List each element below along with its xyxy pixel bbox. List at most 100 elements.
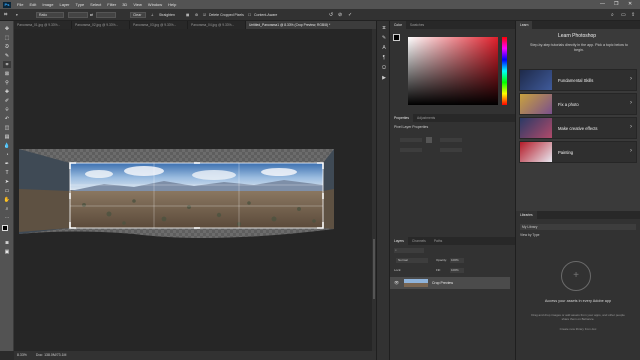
menu-window[interactable]: Window [145, 2, 165, 7]
menu-type[interactable]: Type [73, 2, 88, 7]
menu-help[interactable]: Help [165, 2, 179, 7]
blur-tool-icon[interactable]: 💧 [3, 142, 11, 149]
layer-filter-select[interactable]: ⌕ [394, 248, 424, 253]
marquee-tool-icon[interactable]: ⬚ [3, 34, 11, 41]
eye-icon[interactable]: 👁 [394, 280, 399, 285]
ratio-select[interactable]: Ratio [36, 12, 64, 18]
clear-button[interactable]: Clear [130, 12, 146, 18]
color-field[interactable] [408, 37, 498, 105]
swap-icon[interactable]: ⇄ [90, 12, 93, 18]
tab-learn[interactable]: Learn [516, 21, 533, 29]
y-field[interactable] [440, 148, 462, 152]
learn-card-painting[interactable]: Painting › [519, 141, 637, 163]
learn-card-creative-effects[interactable]: Make creative effects › [519, 117, 637, 139]
brush-settings-icon[interactable]: ✎ [380, 35, 388, 42]
menu-filter[interactable]: Filter [104, 2, 119, 7]
share-icon[interactable]: ⇪ [631, 12, 635, 18]
reset-icon[interactable]: ↺ [329, 12, 333, 18]
doc-info[interactable]: Doc: 138.0M/73.1M [36, 353, 67, 357]
gradient-tool-icon[interactable]: ▤ [3, 133, 11, 140]
tab-libraries[interactable]: Libraries [516, 211, 537, 219]
eyedropper-tool-icon[interactable]: ⚲ [3, 79, 11, 86]
clone-stamp-icon[interactable]: ⍟ [3, 106, 11, 113]
tab-panorama-04[interactable]: Panorama_04.jpg @ 9.33%... [188, 21, 246, 29]
tab-layers[interactable]: Layers [390, 237, 408, 245]
history-brush-icon[interactable]: ↶ [3, 115, 11, 122]
content-aware-checkbox[interactable]: ☐ [248, 12, 251, 18]
ratio-width-input[interactable] [68, 12, 88, 18]
quick-select-tool-icon[interactable]: ✎ [3, 52, 11, 59]
grid-overlay-icon[interactable]: ▦ [186, 12, 189, 18]
history-icon[interactable]: ⧖ [380, 25, 388, 32]
library-select[interactable]: My Library [520, 224, 636, 230]
crop-tool-icon[interactable]: ⌗ [4, 12, 7, 18]
menu-file[interactable]: File [14, 2, 26, 7]
zoom-level[interactable]: 8.33% [17, 353, 27, 357]
add-asset-icon[interactable]: + [561, 261, 591, 291]
layer-row[interactable]: 👁 Crop Preview [390, 277, 510, 289]
height-field[interactable] [440, 138, 462, 142]
tab-color[interactable]: Color [390, 21, 406, 29]
menu-view[interactable]: View [130, 2, 145, 7]
settings-gear-icon[interactable]: ⚙ [195, 12, 198, 18]
menu-3d[interactable]: 3D [119, 2, 130, 7]
ratio-height-input[interactable] [96, 12, 116, 18]
straighten-label[interactable]: Straighten [159, 12, 175, 18]
width-field[interactable] [400, 138, 422, 142]
maximize-button[interactable]: ❐ [614, 1, 618, 7]
delete-cropped-label[interactable]: Delete Cropped Pixels [209, 12, 244, 18]
lasso-tool-icon[interactable]: ᘐ [3, 43, 11, 50]
tab-panorama-01[interactable]: Panorama_01.jpg @ 9.33%... [14, 21, 72, 29]
menu-layer[interactable]: Layer [56, 2, 72, 7]
path-select-icon[interactable]: ➤ [3, 178, 11, 185]
cancel-icon[interactable]: ⊘ [338, 12, 342, 18]
tab-panorama-03[interactable]: Panorama_03.jpg @ 9.33%... [130, 21, 188, 29]
x-field[interactable] [400, 148, 422, 152]
rectangle-tool-icon[interactable]: ▭ [3, 187, 11, 194]
straighten-icon[interactable]: ⟂ [151, 12, 153, 18]
paragraph-icon[interactable]: ¶ [380, 55, 388, 62]
tab-channels[interactable]: Channels [408, 237, 430, 245]
move-tool-icon[interactable]: ✥ [3, 25, 11, 32]
actions-icon[interactable]: ▶ [380, 75, 388, 82]
type-tool-icon[interactable]: T [3, 169, 11, 176]
more-tools-icon[interactable]: ⋯ [3, 214, 11, 221]
opacity-input[interactable]: 100% [450, 258, 464, 263]
foreground-swatch-small[interactable] [393, 34, 400, 41]
tab-properties[interactable]: Properties [390, 114, 414, 122]
close-window-button[interactable]: ✕ [628, 1, 632, 7]
frame-tool-icon[interactable]: ⊠ [3, 70, 11, 77]
tab-adjustments[interactable]: Adjustments [413, 114, 439, 122]
learn-card-fix-a-photo[interactable]: Fix a photo › [519, 93, 637, 115]
link-icon[interactable] [426, 137, 432, 143]
menu-image[interactable]: Image [39, 2, 56, 7]
blend-mode-select[interactable]: Normal [396, 258, 428, 263]
minimize-button[interactable]: — [600, 1, 605, 7]
eraser-tool-icon[interactable]: ◫ [3, 124, 11, 131]
menu-select[interactable]: Select [87, 2, 104, 7]
pen-tool-icon[interactable]: ✒ [3, 160, 11, 167]
screen-mode-icon[interactable]: ▣ [3, 248, 11, 255]
tab-swatches[interactable]: Swatches [406, 21, 428, 29]
search-icon[interactable]: ⌕ [611, 12, 614, 18]
zoom-tool-icon[interactable]: ⌕ [3, 205, 11, 212]
workspace-icon[interactable]: ▭ [621, 12, 626, 18]
foreground-color-swatch[interactable] [2, 225, 8, 231]
layer-name[interactable]: Crop Preview [432, 281, 453, 285]
fill-input[interactable]: 100% [450, 268, 464, 273]
character-icon[interactable]: A [380, 45, 388, 52]
tab-untitled-panorama[interactable]: Untitled_Panorama1 @ 8.33% (Crop Preview… [246, 21, 382, 29]
brush-tool-icon[interactable]: ✐ [3, 97, 11, 104]
create-library-link[interactable]: Create new library from doc [530, 327, 626, 331]
crop-tool-icon-active[interactable]: ⌗ [3, 61, 11, 68]
tab-paths[interactable]: Paths [430, 237, 446, 245]
hue-slider[interactable] [502, 37, 507, 105]
healing-brush-icon[interactable]: ✚ [3, 88, 11, 95]
content-aware-label[interactable]: Content-Aware [254, 12, 277, 18]
view-by-type[interactable]: View by Type [520, 233, 540, 237]
delete-cropped-checkbox[interactable]: ☑ [203, 12, 206, 18]
menu-edit[interactable]: Edit [26, 2, 39, 7]
hand-tool-icon[interactable]: ✋ [3, 196, 11, 203]
tab-panorama-02[interactable]: Panorama_02.jpg @ 9.33%... [72, 21, 130, 29]
learn-card-fundamental-skills[interactable]: Fundamental Skills › [519, 69, 637, 91]
